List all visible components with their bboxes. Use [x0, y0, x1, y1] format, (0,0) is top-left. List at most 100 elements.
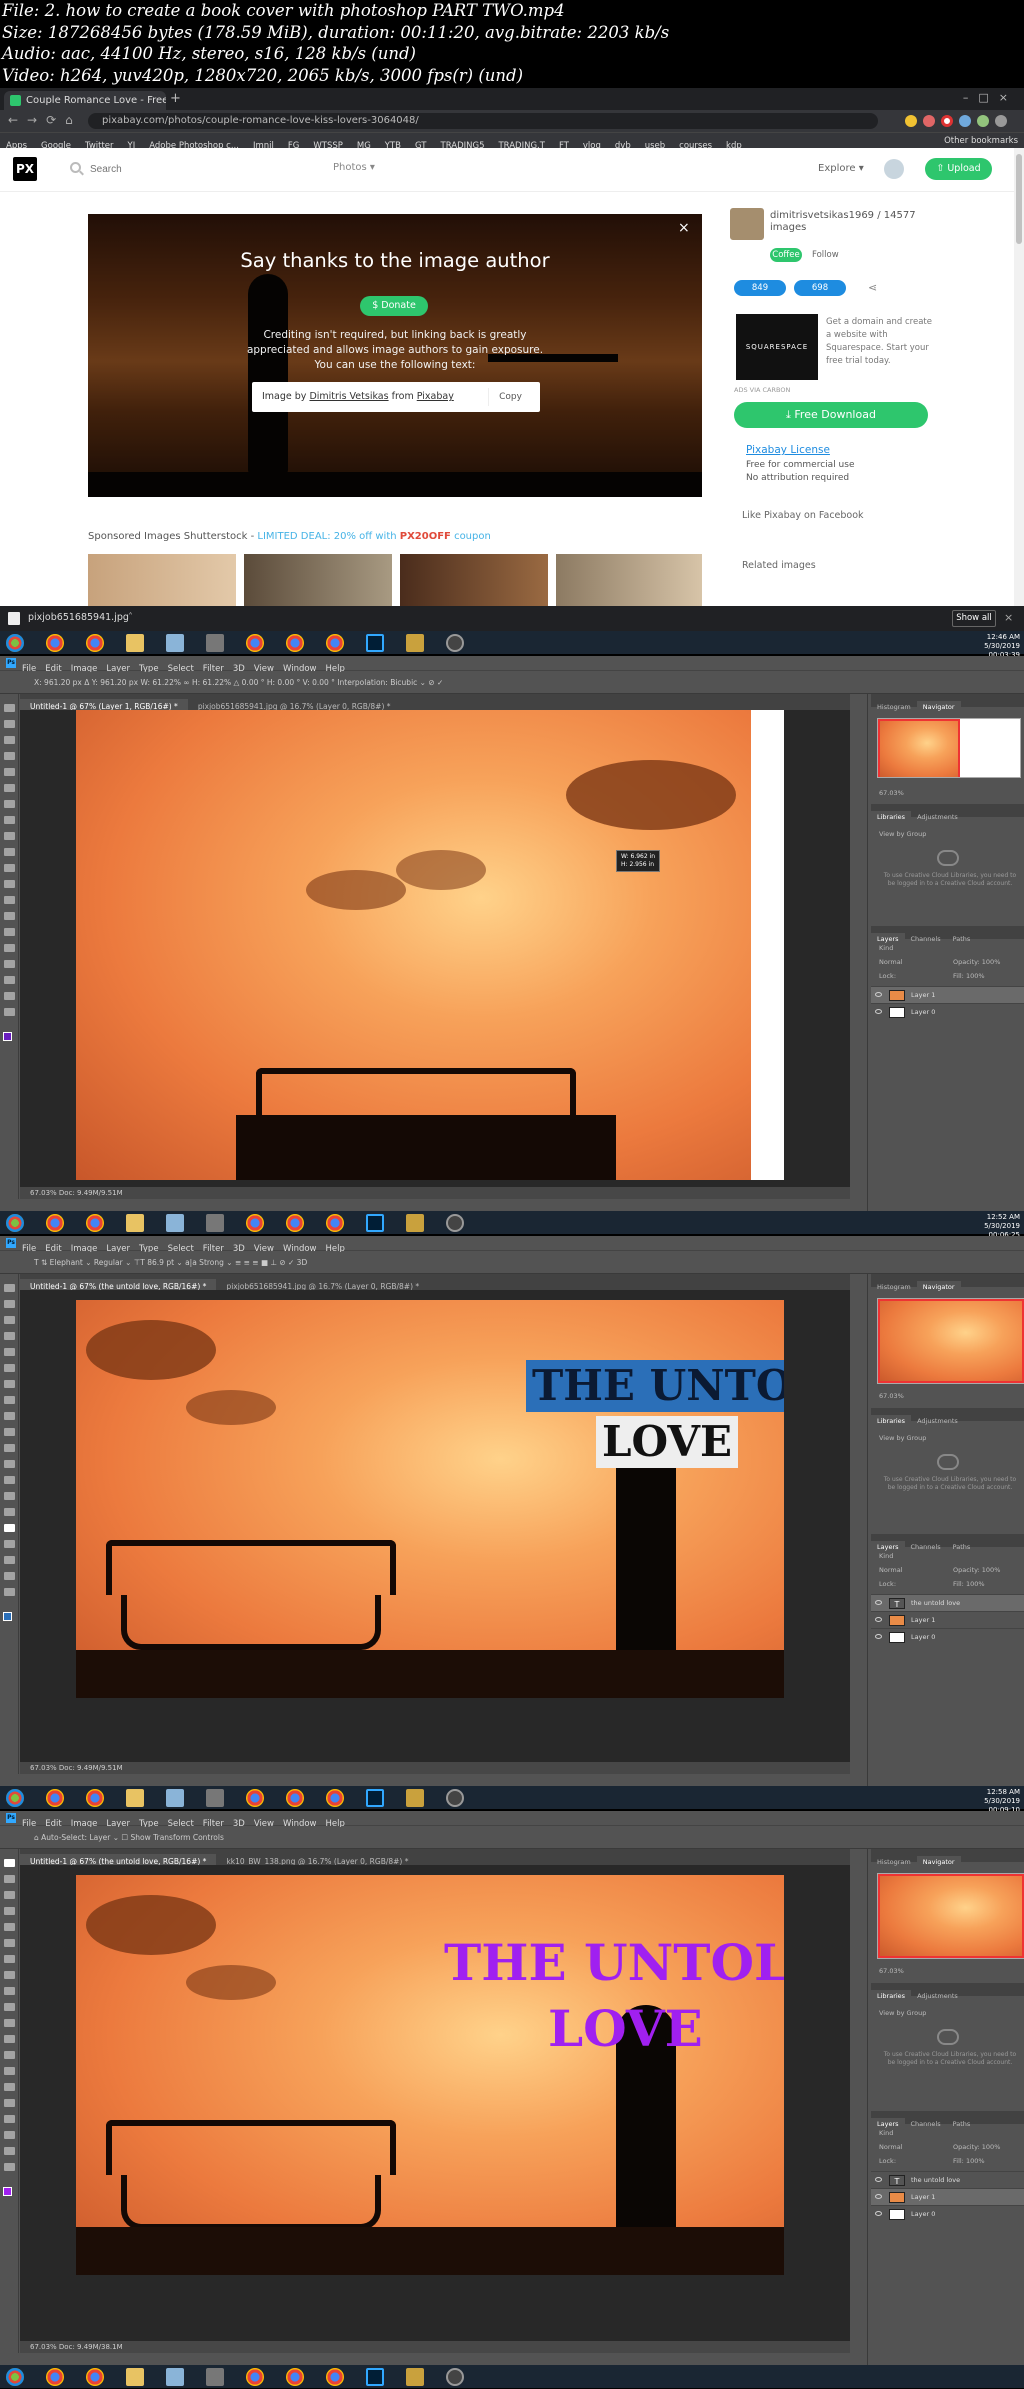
canvas-workarea[interactable]: W: 6.962 in H: 2.956 in [20, 710, 850, 1187]
media-icon[interactable] [406, 2368, 424, 2386]
layer-row[interactable]: Layer 0 [871, 2205, 1024, 2222]
license-link[interactable]: Pixabay License [746, 444, 830, 456]
blur-tool-icon[interactable] [4, 1476, 15, 1484]
path-select-icon[interactable] [4, 960, 15, 968]
move-tool-icon[interactable] [4, 704, 15, 712]
chrome-icon[interactable] [246, 634, 264, 652]
navigator-preview[interactable] [877, 1873, 1024, 1959]
layer-filter-kind[interactable]: Kind [879, 944, 893, 952]
avatar[interactable] [884, 159, 904, 179]
chrome-icon[interactable] [86, 634, 104, 652]
deal-link[interactable]: LIMITED DEAL: 20% off with [257, 531, 399, 542]
eye-icon[interactable] [875, 2211, 882, 2216]
bookmark-item[interactable]: TRADING.T [498, 138, 544, 148]
chrome-icon[interactable] [86, 2368, 104, 2386]
navigator-view-box[interactable] [878, 719, 960, 777]
zoom-tool-icon[interactable] [4, 2163, 15, 2171]
bookmark-item[interactable]: courses [679, 138, 712, 148]
extension-icon[interactable] [923, 115, 935, 127]
type-tool-icon[interactable] [4, 944, 15, 952]
sponsored-thumbnail[interactable] [244, 554, 392, 606]
author-link[interactable]: Dimitris Vetsikas [309, 391, 388, 402]
chrome-icon[interactable] [246, 1789, 264, 1807]
foreground-color-swatch[interactable] [3, 1612, 12, 1621]
move-tool-icon[interactable] [4, 1284, 15, 1292]
bookmark-item[interactable]: FT [559, 138, 569, 148]
folder-icon[interactable] [126, 1214, 144, 1232]
quick-select-tool-icon[interactable] [4, 1332, 15, 1340]
tab-libraries[interactable]: Libraries [871, 811, 912, 824]
dodge-tool-icon[interactable] [4, 912, 15, 920]
app-icon[interactable] [206, 2368, 224, 2386]
marquee-tool-icon[interactable] [4, 720, 15, 728]
explore-menu[interactable]: Explore ▾ [818, 163, 864, 174]
gradient-tool-icon[interactable] [4, 2035, 15, 2043]
view-by-group[interactable]: View by Group [879, 2009, 926, 2017]
eye-icon[interactable] [875, 2177, 882, 2182]
extension-icon[interactable] [905, 115, 917, 127]
app-icon[interactable] [206, 1214, 224, 1232]
shape-tool-icon[interactable] [4, 976, 15, 984]
blur-tool-icon[interactable] [4, 896, 15, 904]
navigator-preview[interactable] [877, 718, 1021, 778]
chevron-up-icon[interactable]: ˄ [128, 612, 133, 623]
chrome-icon[interactable] [46, 634, 64, 652]
app-icon[interactable] [206, 634, 224, 652]
photoshop-icon[interactable] [366, 1789, 384, 1807]
obs-icon[interactable] [446, 1789, 464, 1807]
layer-row[interactable]: Tthe untold love [871, 2171, 1024, 2188]
document-canvas[interactable]: THE UNTOLD LOVE [76, 1875, 784, 2275]
move-tool-icon[interactable] [4, 1859, 15, 1867]
layer-row[interactable]: Layer 0 [871, 1628, 1024, 1645]
tab-channels[interactable]: Channels [905, 1541, 947, 1554]
upload-button[interactable]: ⇧ Upload [925, 158, 992, 180]
document-canvas[interactable]: W: 6.962 in H: 2.956 in [76, 710, 784, 1180]
eyedropper-tool-icon[interactable] [4, 784, 15, 792]
bookmark-item[interactable]: GT [415, 138, 426, 148]
folder-icon[interactable] [126, 2368, 144, 2386]
eyedropper-tool-icon[interactable] [4, 1364, 15, 1372]
navigator-zoom[interactable]: 67.03% [879, 1392, 904, 1400]
tab-paths[interactable]: Paths [947, 2118, 977, 2131]
record-icon[interactable] [941, 115, 953, 127]
bookmark-item[interactable]: YI [128, 138, 136, 148]
download-file[interactable]: pixjob651685941.jpg [28, 612, 129, 623]
history-brush-icon[interactable] [4, 848, 15, 856]
type-tool-icon[interactable] [4, 1524, 15, 1532]
bookmark-item[interactable]: Imnil [253, 138, 274, 148]
bookmark-item[interactable]: Twitter [85, 138, 114, 148]
pixabay-logo[interactable]: PX [13, 157, 37, 181]
healing-tool-icon[interactable] [4, 1380, 15, 1388]
history-brush-icon[interactable] [4, 2003, 15, 2011]
facebook-like[interactable]: Like Pixabay on Facebook [742, 510, 864, 521]
chrome-icon[interactable] [86, 1214, 104, 1232]
zoom-tool-icon[interactable] [4, 1008, 15, 1016]
photoshop-icon[interactable] [366, 634, 384, 652]
fill-field[interactable]: Fill: 100% [953, 2157, 985, 2165]
eraser-tool-icon[interactable] [4, 1444, 15, 1452]
sponsored-thumbnail[interactable] [556, 554, 702, 606]
profile-icon[interactable] [995, 115, 1007, 127]
tab-navigator[interactable]: Navigator [916, 701, 961, 714]
crop-tool-icon[interactable] [4, 768, 15, 776]
tab-adjustments[interactable]: Adjustments [911, 1415, 964, 1428]
chrome-icon[interactable] [286, 2368, 304, 2386]
search-input[interactable] [90, 160, 310, 178]
pen-tool-icon[interactable] [4, 2083, 15, 2091]
copy-button[interactable]: Copy [488, 388, 532, 406]
author-name[interactable]: dimitrisvetsikas1969 / 14577 images [770, 210, 950, 234]
eye-icon[interactable] [875, 1634, 882, 1639]
show-all-button[interactable]: Show all [952, 610, 996, 627]
layer-row[interactable]: Tthe untold love [871, 1594, 1024, 1611]
hand-tool-icon[interactable] [4, 1572, 15, 1580]
share-icon[interactable]: ⋖ [868, 280, 877, 296]
tab-libraries[interactable]: Libraries [871, 1990, 912, 2003]
eyedropper-tool-icon[interactable] [4, 1939, 15, 1947]
brush-tool-icon[interactable] [4, 1971, 15, 1979]
eye-icon[interactable] [875, 1009, 882, 1014]
hand-tool-icon[interactable] [4, 992, 15, 1000]
marquee-tool-icon[interactable] [4, 1300, 15, 1308]
coffee-button[interactable]: Coffee [770, 248, 802, 262]
new-tab-button[interactable]: + [170, 92, 184, 106]
layer-row[interactable]: Layer 0 [871, 1003, 1024, 1020]
